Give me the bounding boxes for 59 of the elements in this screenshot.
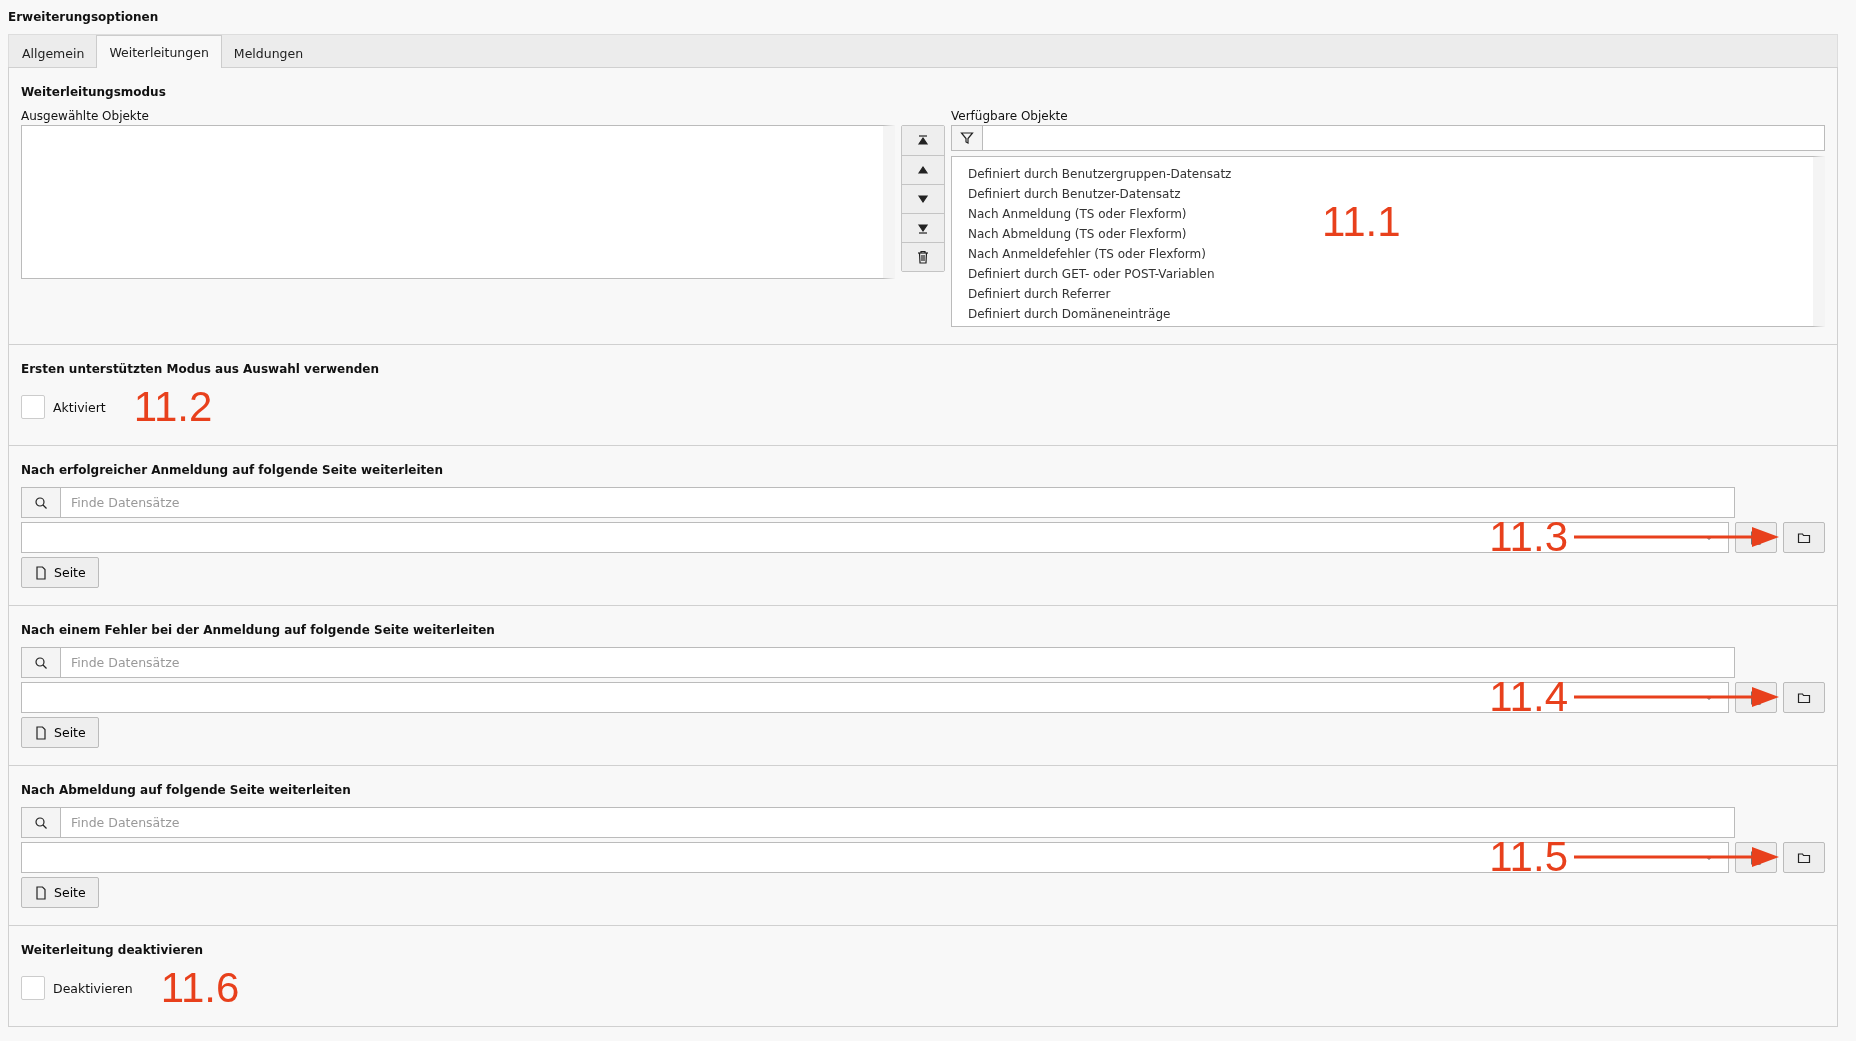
list-option[interactable]: Definiert durch Domäneneinträge bbox=[968, 304, 1171, 324]
checkbox[interactable] bbox=[21, 976, 45, 1000]
page-button[interactable]: Seite bbox=[21, 557, 99, 588]
move-to-top-button[interactable] bbox=[902, 126, 944, 155]
folder-icon bbox=[1797, 530, 1811, 545]
search-field[interactable]: Finde Datensätze bbox=[61, 647, 1735, 678]
filter-icon bbox=[960, 131, 974, 145]
search-icon bbox=[34, 495, 48, 510]
section-heading: Weiterleitungsmodus bbox=[21, 85, 167, 99]
list-option[interactable]: Definiert durch Referrer bbox=[968, 284, 1111, 304]
checkbox-label: Deaktivieren bbox=[53, 980, 133, 996]
annotation-label: 11.6 bbox=[160, 967, 240, 1009]
move-to-top-icon bbox=[916, 133, 930, 148]
move-up-button[interactable] bbox=[902, 155, 944, 184]
page-button[interactable]: Seite bbox=[21, 717, 99, 748]
section-heading: Nach einem Fehler bei der Anmeldung auf folgende Seite weiterleiten bbox=[21, 623, 496, 637]
tab[interactable]: Allgemein bbox=[9, 37, 98, 68]
list-option[interactable]: Definiert durch Benutzergruppen-Datensatz bbox=[968, 164, 1232, 184]
browse-button[interactable] bbox=[1783, 682, 1825, 713]
annotation-label: 11.5 bbox=[1489, 836, 1568, 878]
search-field[interactable]: Finde Datensätze bbox=[61, 487, 1735, 518]
page-dropdown[interactable] bbox=[21, 682, 1729, 713]
browse-button[interactable] bbox=[1783, 522, 1825, 553]
annotation-label: 11.2 bbox=[133, 386, 213, 428]
available-items-list[interactable] bbox=[951, 156, 1825, 327]
checkbox-label: Aktiviert bbox=[53, 399, 106, 415]
section-heading: Weiterleitung deaktivieren bbox=[21, 943, 205, 957]
list-option[interactable]: Nach Anmeldung (TS oder Flexform) bbox=[968, 204, 1187, 224]
trash-icon bbox=[916, 250, 930, 264]
list-option[interactable]: Nach Anmeldefehler (TS oder Flexform) bbox=[968, 244, 1206, 264]
section-heading: Ersten unterstützten Modus aus Auswahl verwenden bbox=[21, 362, 380, 376]
annotation-label: 11.1 bbox=[1322, 201, 1401, 243]
page-dropdown[interactable] bbox=[21, 522, 1729, 553]
page-dropdown[interactable] bbox=[21, 842, 1729, 873]
annotation-label: 11.4 bbox=[1489, 676, 1568, 718]
list-option[interactable]: Nach Abmeldung (TS oder Flexform) bbox=[968, 224, 1187, 244]
annotation-label: 11.3 bbox=[1489, 516, 1568, 558]
tab[interactable]: Meldungen bbox=[220, 37, 317, 68]
section-heading: Nach erfolgreicher Anmeldung auf folgende Seite weiterleiten bbox=[21, 463, 444, 477]
section-heading: Nach Abmeldung auf folgende Seite weiterleiten bbox=[21, 783, 352, 797]
move-down-button[interactable] bbox=[902, 184, 944, 213]
checkbox[interactable] bbox=[21, 395, 45, 419]
list-option[interactable]: Definiert durch GET- oder POST-Variablen bbox=[968, 264, 1215, 284]
trash-button[interactable] bbox=[902, 242, 944, 271]
browse-button[interactable] bbox=[1783, 842, 1825, 873]
field-label: Ausgewählte Objekte bbox=[21, 109, 150, 123]
folder-icon bbox=[1797, 850, 1811, 865]
search-icon bbox=[34, 655, 48, 670]
filter-field[interactable] bbox=[983, 125, 1825, 151]
page-button[interactable]: Seite bbox=[21, 877, 99, 908]
search-field[interactable]: Finde Datensätze bbox=[61, 807, 1735, 838]
folder-icon bbox=[1797, 690, 1811, 705]
list-option[interactable]: Definiert durch Benutzer-Datensatz bbox=[968, 184, 1181, 204]
search-icon bbox=[34, 815, 48, 830]
move-to-bottom-icon bbox=[916, 221, 930, 235]
move-to-bottom-button[interactable] bbox=[902, 213, 944, 242]
tab[interactable]: Weiterleitungen bbox=[96, 35, 222, 68]
form-title: Erweiterungsoptionen bbox=[8, 9, 160, 26]
field-label: Verfügbare Objekte bbox=[951, 109, 1069, 123]
